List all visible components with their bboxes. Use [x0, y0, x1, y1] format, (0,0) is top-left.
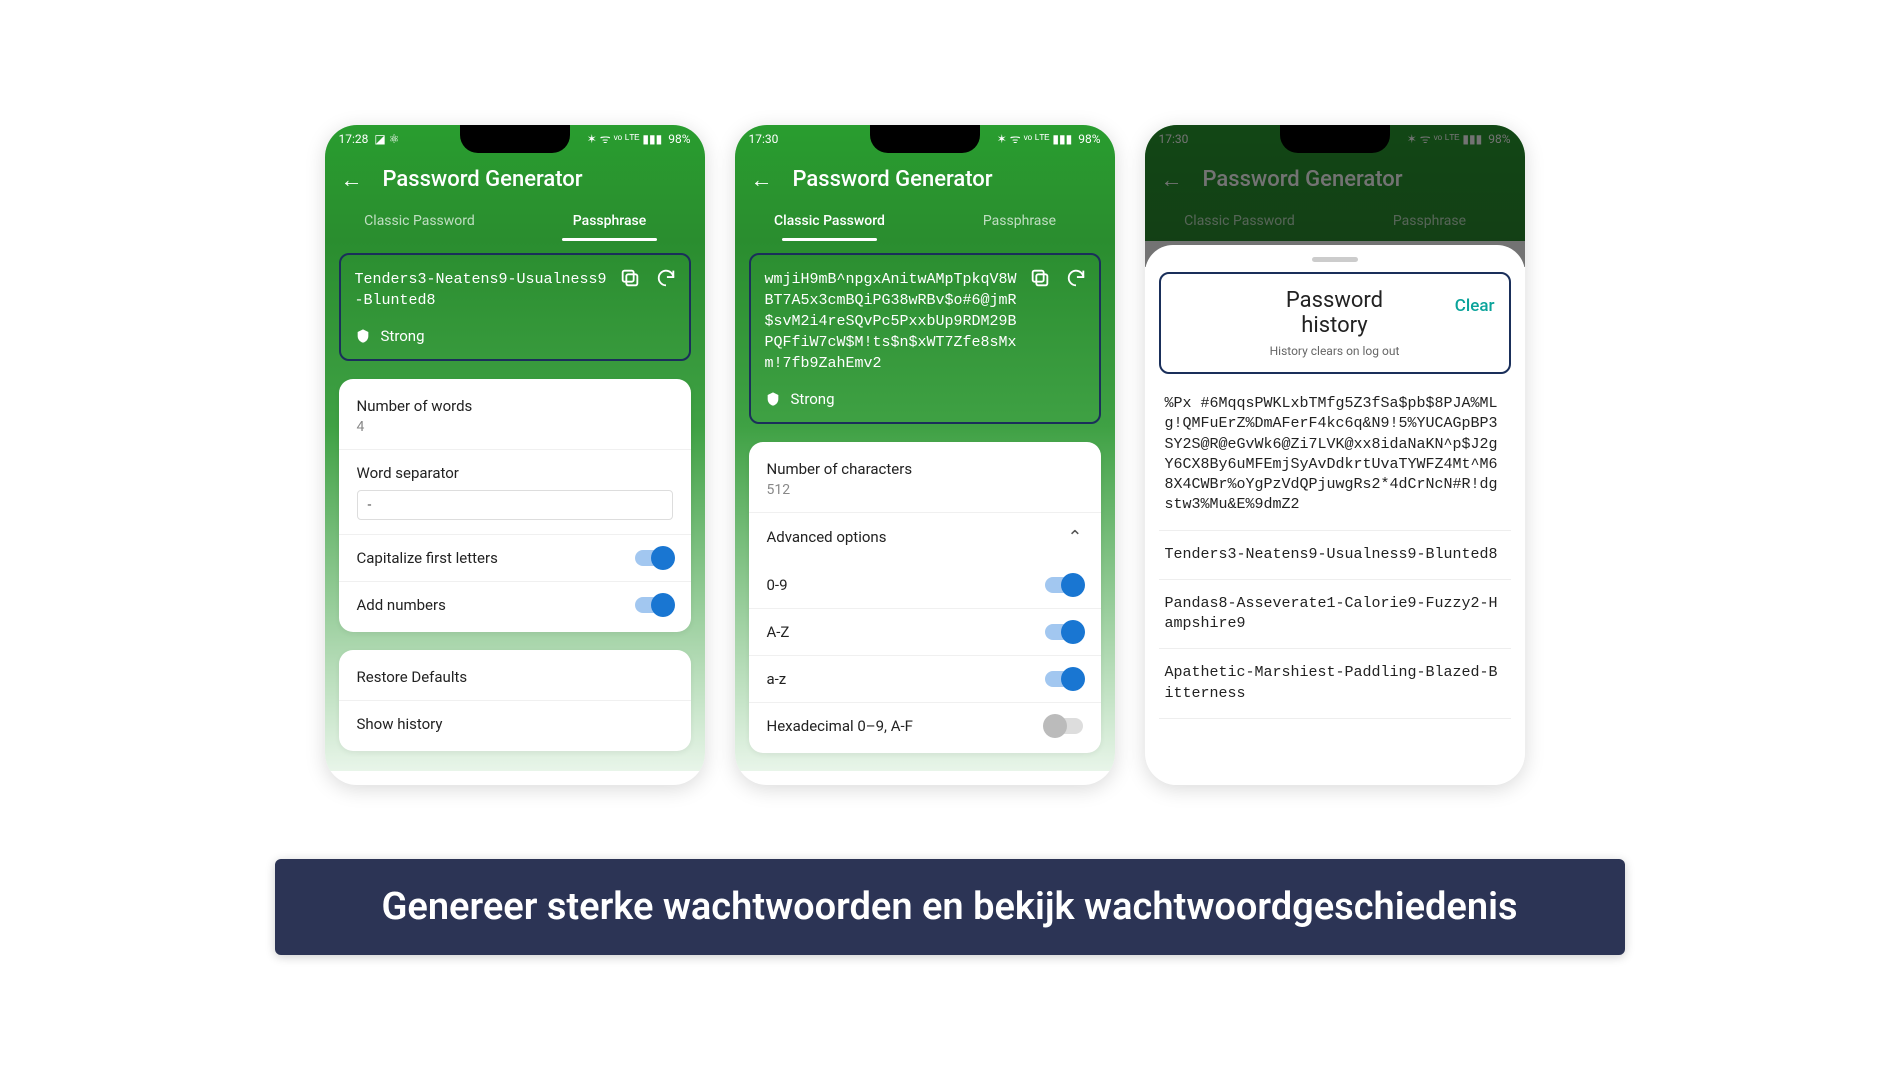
show-history-button[interactable]: Show history: [339, 701, 691, 747]
tab-passphrase[interactable]: Passphrase: [925, 203, 1115, 241]
back-icon[interactable]: ←: [751, 167, 773, 193]
option-hex-toggle[interactable]: [1045, 718, 1083, 734]
tab-classic[interactable]: Classic Password: [735, 203, 925, 241]
clear-button[interactable]: Clear: [1455, 296, 1495, 316]
strength-indicator: Strong: [355, 327, 675, 345]
chevron-up-icon: ⌃: [1067, 527, 1082, 548]
history-item[interactable]: Apathetic-Marshiest-Paddling-Blazed-Bitt…: [1159, 649, 1511, 719]
option-upper-label: A-Z: [767, 623, 790, 641]
history-item[interactable]: Pandas8-Asseverate1-Calorie9-Fuzzy2-Hamp…: [1159, 580, 1511, 650]
generated-password-box: wmjiH9mB^npgxAnitwAMpTpkqV8WBT7A5x3cmBQi…: [749, 253, 1101, 424]
history-title-1: Password: [1286, 288, 1383, 313]
add-numbers-toggle[interactable]: [635, 597, 673, 613]
tab-classic[interactable]: Classic Password: [325, 203, 515, 241]
advanced-options-row[interactable]: Advanced options ⌃: [749, 513, 1101, 562]
generated-password-box: Tenders3-Neatens9-Usualness9-Blunted8 St…: [339, 253, 691, 361]
strength-label: Strong: [791, 390, 835, 408]
copy-icon[interactable]: [1029, 267, 1051, 293]
status-icons: ✶ ᯤ ᵛᵒ ᴸᵀᴱ ▮▮▮: [997, 130, 1072, 147]
notch: [870, 125, 980, 153]
num-chars-row[interactable]: Number of characters 512: [749, 446, 1101, 513]
page-title: Password Generator: [793, 167, 993, 192]
option-digits-label: 0-9: [767, 576, 788, 594]
option-lower-toggle[interactable]: [1045, 671, 1083, 687]
refresh-icon[interactable]: [655, 267, 677, 293]
status-time: 17:30: [749, 132, 779, 146]
back-icon[interactable]: ←: [341, 167, 363, 193]
strength-indicator: Strong: [765, 390, 1085, 408]
status-icons: ✶ ᯤ ᵛᵒ ᴸᵀᴱ ▮▮▮: [587, 130, 662, 147]
history-sheet: Password history History clears on log o…: [1145, 245, 1525, 785]
separator-row: Word separator -: [339, 450, 691, 535]
option-digits-toggle[interactable]: [1045, 577, 1083, 593]
phone-classic: 17:30 ✶ ᯤ ᵛᵒ ᴸᵀᴱ ▮▮▮ 98% ← Password Gene…: [735, 125, 1115, 785]
option-lower-label: a-z: [767, 670, 787, 688]
option-upper-toggle[interactable]: [1045, 624, 1083, 640]
history-header: Password history History clears on log o…: [1159, 272, 1511, 375]
history-item[interactable]: Tenders3-Neatens9-Usualness9-Blunted8: [1159, 531, 1511, 580]
refresh-icon[interactable]: [1065, 267, 1087, 293]
history-title-2: history: [1301, 313, 1367, 338]
option-hex-label: Hexadecimal 0–9, A-F: [767, 717, 913, 735]
separator-input[interactable]: -: [357, 490, 673, 520]
capitalize-toggle[interactable]: [635, 550, 673, 566]
capitalize-toggle-row: Capitalize first letters: [339, 535, 691, 582]
status-indicator-icon: ◪ ⚛: [374, 132, 399, 146]
tab-passphrase[interactable]: Passphrase: [515, 203, 705, 241]
status-time: 17:28: [339, 132, 369, 146]
history-subtitle: History clears on log out: [1175, 344, 1495, 358]
sheet-handle[interactable]: [1312, 257, 1358, 262]
phone-history: 17:30 ✶ ᯤ ᵛᵒ ᴸᵀᴱ ▮▮▮ 98% ← Password Gene…: [1145, 125, 1525, 785]
status-battery: 98%: [668, 132, 690, 146]
phone-passphrase: 17:28 ◪ ⚛ ✶ ᯤ ᵛᵒ ᴸᵀᴱ ▮▮▮ 98% ← Password …: [325, 125, 705, 785]
caption-banner: Genereer sterke wachtwoorden en bekijk w…: [275, 859, 1625, 955]
add-numbers-toggle-row: Add numbers: [339, 582, 691, 628]
notch: [1280, 125, 1390, 153]
num-words-row[interactable]: Number of words 4: [339, 383, 691, 450]
restore-defaults-button[interactable]: Restore Defaults: [339, 654, 691, 701]
copy-icon[interactable]: [619, 267, 641, 293]
status-battery: 98%: [1078, 132, 1100, 146]
page-title: Password Generator: [383, 167, 583, 192]
history-item[interactable]: %Px #6MqqsPWKLxbTMfg5Z3fSa$pb$8PJA%MLg!Q…: [1159, 380, 1511, 531]
history-list[interactable]: %Px #6MqqsPWKLxbTMfg5Z3fSa$pb$8PJA%MLg!Q…: [1159, 380, 1511, 719]
strength-label: Strong: [381, 327, 425, 345]
notch: [460, 125, 570, 153]
